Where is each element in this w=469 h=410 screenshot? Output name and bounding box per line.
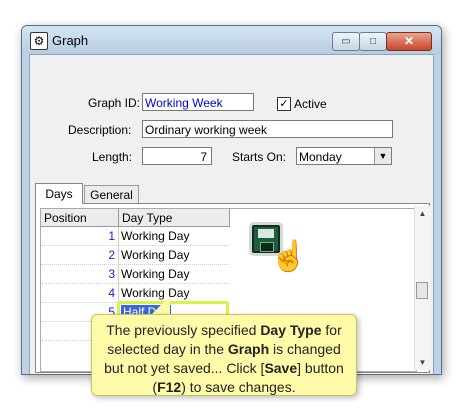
row-day-type-cell[interactable]: Working Day	[119, 227, 229, 246]
column-header-day-type[interactable]: Day Type	[119, 209, 230, 227]
help-callout: The previously specified Day Type for se…	[91, 314, 357, 396]
scroll-thumb[interactable]	[416, 282, 428, 299]
minimize-button[interactable]: ▭	[332, 32, 360, 51]
table-row[interactable]: 2 Working Day	[41, 246, 231, 265]
day-type-value: Working Day	[121, 229, 190, 243]
starts-on-value: Monday	[299, 150, 342, 164]
table-row[interactable]: 1 Working Day	[41, 227, 231, 246]
column-header-position[interactable]: Position	[41, 209, 119, 227]
callout-text: The previously specified	[106, 322, 261, 338]
day-type-value: Working Day	[121, 267, 190, 281]
length-label: Length:	[92, 150, 133, 164]
active-checkbox[interactable]: ✓	[277, 97, 291, 111]
tab-days[interactable]: Days	[35, 183, 83, 204]
callout-tail	[150, 296, 170, 316]
starts-on-select[interactable]: Monday ▼	[296, 147, 392, 165]
scroll-down-icon[interactable]: ▼	[415, 355, 430, 370]
row-position-cell[interactable]: 3	[41, 265, 119, 284]
callout-bold-graph: Graph	[227, 341, 270, 357]
window-title: Graph	[52, 33, 89, 48]
row-day-type-cell[interactable]: Working Day	[119, 265, 229, 284]
chevron-down-icon[interactable]: ▼	[374, 148, 391, 164]
description-input[interactable]: Ordinary working week	[142, 120, 393, 138]
row-position-cell[interactable]: 1	[41, 227, 119, 246]
close-button[interactable]: ✕	[386, 32, 432, 51]
starts-on-label: Starts On:	[232, 150, 287, 164]
graph-icon: ⚙	[30, 32, 48, 50]
title-bar[interactable]: ⚙ Graph ▭ □ ✕	[22, 26, 441, 54]
graph-id-input[interactable]: Working Week	[142, 93, 254, 111]
row-position-cell[interactable]: 2	[41, 246, 119, 265]
table-row[interactable]: 3 Working Day	[41, 265, 231, 284]
callout-bold-day-type: Day Type	[260, 322, 322, 338]
tab-general[interactable]: General	[84, 185, 139, 204]
callout-bold-f12: F12	[157, 379, 182, 395]
hand-pointer-icon: ☝	[270, 240, 308, 273]
graph-id-label: Graph ID:	[88, 96, 141, 110]
row-day-type-cell[interactable]: Working Day	[119, 246, 229, 265]
description-label: Description:	[68, 123, 132, 137]
callout-text: ) to save changes.	[181, 379, 296, 395]
row-position-cell[interactable]: 4	[41, 284, 119, 303]
active-label: Active	[294, 97, 327, 111]
vertical-scrollbar[interactable]: ▲ ▼	[414, 206, 430, 370]
scroll-up-icon[interactable]: ▲	[415, 206, 430, 221]
day-type-value: Working Day	[121, 248, 190, 262]
length-input[interactable]: 7	[142, 147, 212, 165]
save-icon-label	[258, 229, 274, 238]
maximize-button[interactable]: □	[359, 32, 387, 51]
callout-bold-save: Save	[264, 360, 298, 376]
